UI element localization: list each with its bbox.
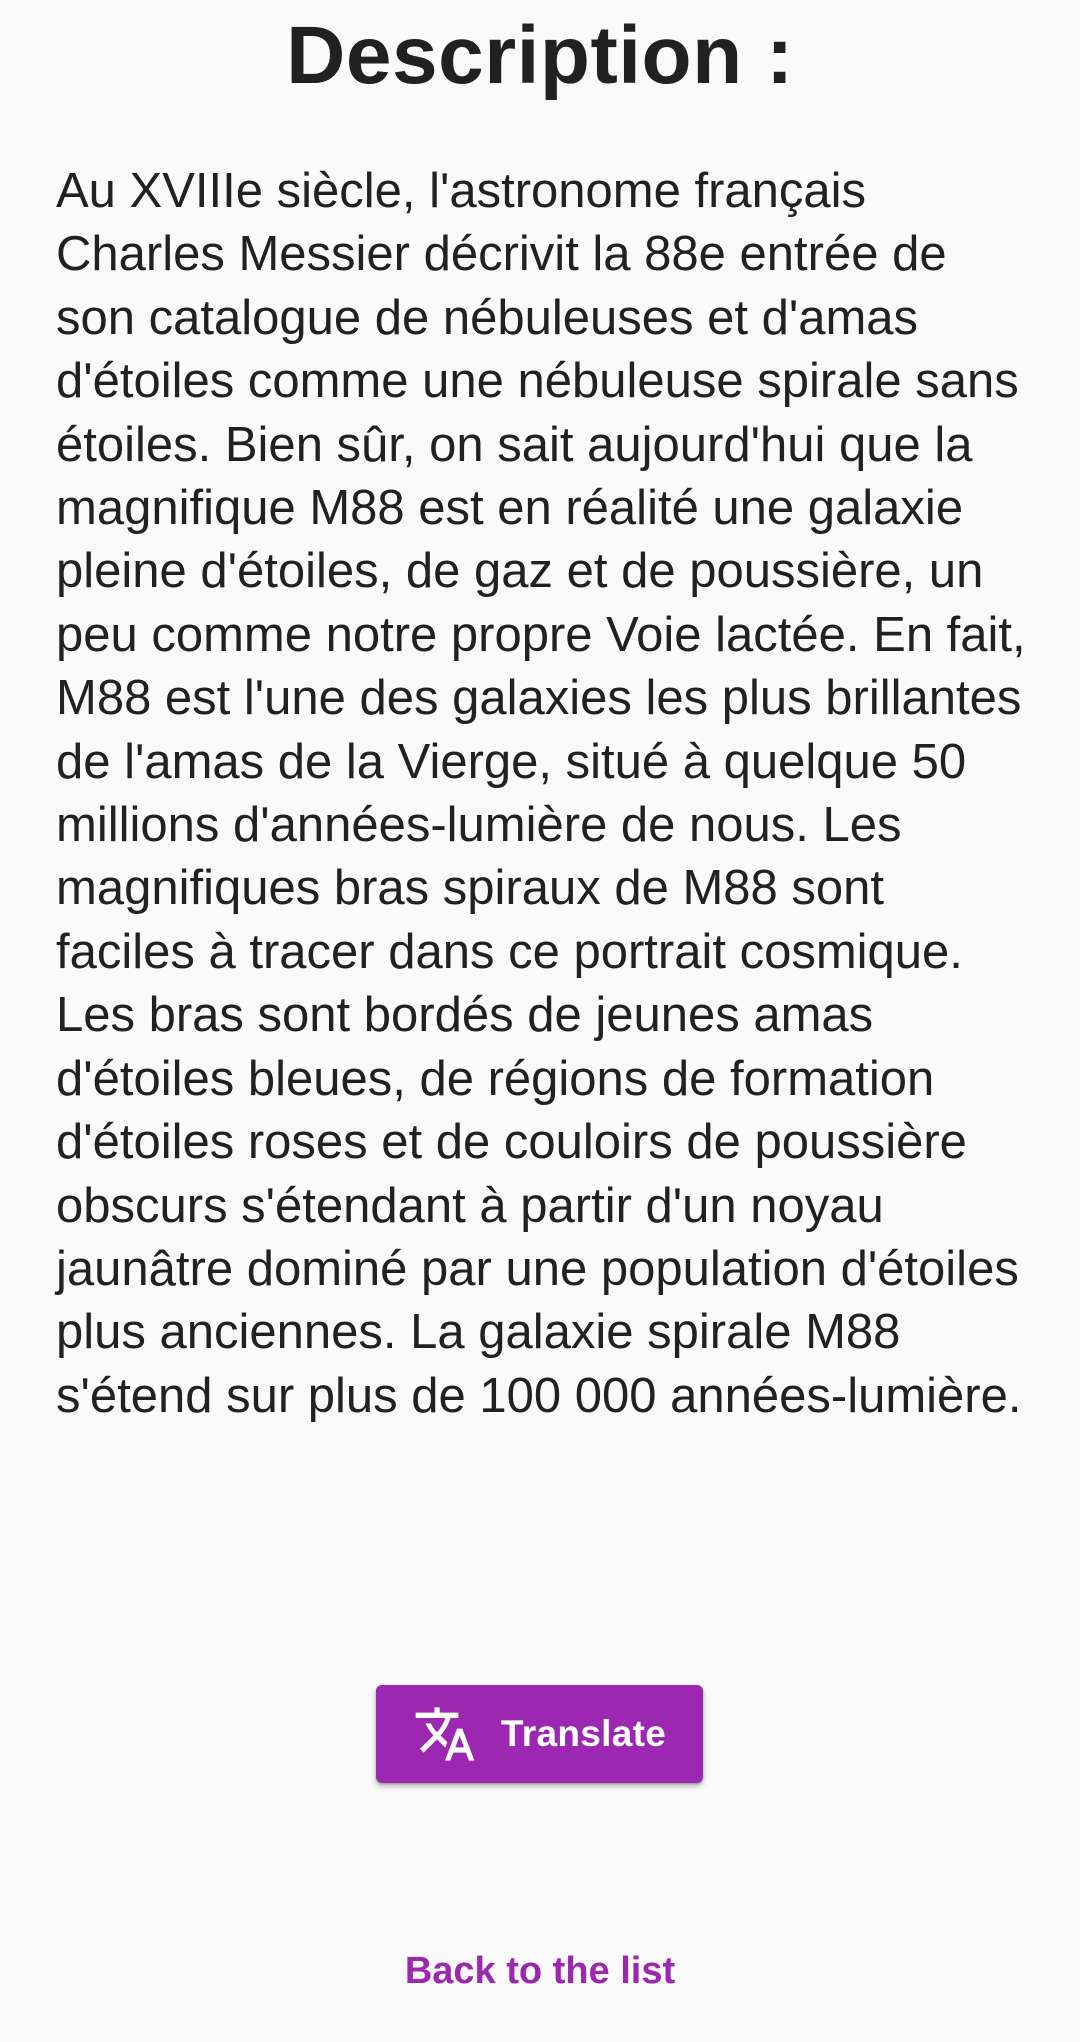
page-title: Description :: [286, 10, 794, 101]
translate-icon: [415, 1707, 475, 1761]
description-screen: Description : Au XVIIIe siècle, l'astron…: [0, 0, 1080, 2042]
translate-button-label: Translate: [500, 1713, 667, 1754]
back-to-list-link[interactable]: Back to the list: [0, 1950, 1080, 1993]
translate-button[interactable]: Translate: [376, 1685, 703, 1783]
description-text: Au XVIIIe siècle, l'astronome français C…: [56, 164, 1026, 1423]
